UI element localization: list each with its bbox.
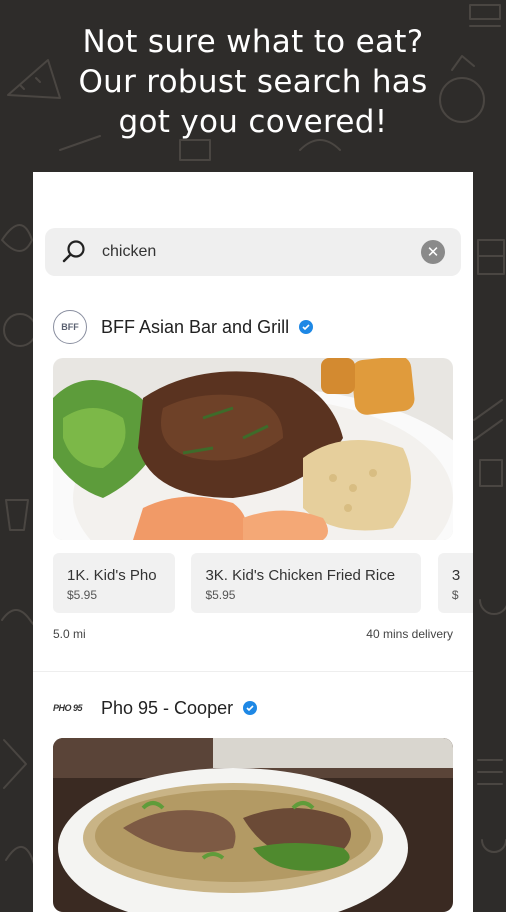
restaurant-header[interactable]: BFF BFF Asian Bar and Grill xyxy=(53,307,314,347)
menu-item-name: 3 xyxy=(451,567,461,584)
restaurant-photo[interactable] xyxy=(53,358,453,540)
menu-item-card[interactable]: 1K. Kid's Pho $5.95 xyxy=(53,553,175,613)
search-icon xyxy=(62,240,85,263)
clear-icon[interactable]: ✕ xyxy=(421,240,445,264)
menu-item-name: 1K. Kid's Pho xyxy=(67,567,157,584)
menu-item-card[interactable]: 3K. Kid's Chicken Fried Rice $5.95 xyxy=(191,553,422,613)
restaurant-name[interactable]: BFF Asian Bar and Grill xyxy=(101,317,289,338)
verified-icon xyxy=(299,320,314,334)
menu-item-carousel[interactable]: 1K. Kid's Pho $5.95 3K. Kid's Chicken Fr… xyxy=(53,553,473,615)
delivery-time-label: 40 mins delivery xyxy=(366,627,453,641)
restaurant-logo-text: BFF xyxy=(61,322,79,332)
restaurant-logo: PHO 95 xyxy=(53,703,83,713)
verified-icon xyxy=(243,701,258,715)
phone-screen: chicken ✕ BFF BFF Asian Bar and Grill 1K… xyxy=(33,172,473,912)
restaurant-header[interactable]: PHO 95 Pho 95 - Cooper xyxy=(53,688,258,728)
menu-item-name: 3K. Kid's Chicken Fried Rice xyxy=(205,567,396,584)
menu-item-price: $5.95 xyxy=(205,588,236,602)
restaurant-logo: BFF xyxy=(53,310,87,344)
search-bar[interactable]: chicken ✕ xyxy=(45,228,461,276)
restaurant-photo[interactable] xyxy=(53,738,453,912)
headline: Not sure what to eat? Our robust search … xyxy=(0,22,506,142)
menu-item-price: $ xyxy=(451,588,459,602)
menu-item-price: $5.95 xyxy=(67,588,98,602)
restaurant-name[interactable]: Pho 95 - Cooper xyxy=(101,698,233,719)
distance-label: 5.0 mi xyxy=(53,627,86,641)
menu-item-card[interactable]: 3 $ xyxy=(437,553,473,613)
headline-line-1: Not sure what to eat? xyxy=(82,24,424,60)
divider xyxy=(33,671,473,672)
headline-line-3: got you covered! xyxy=(118,104,388,140)
search-input[interactable]: chicken xyxy=(102,243,156,261)
headline-line-2: Our robust search has xyxy=(78,64,428,100)
